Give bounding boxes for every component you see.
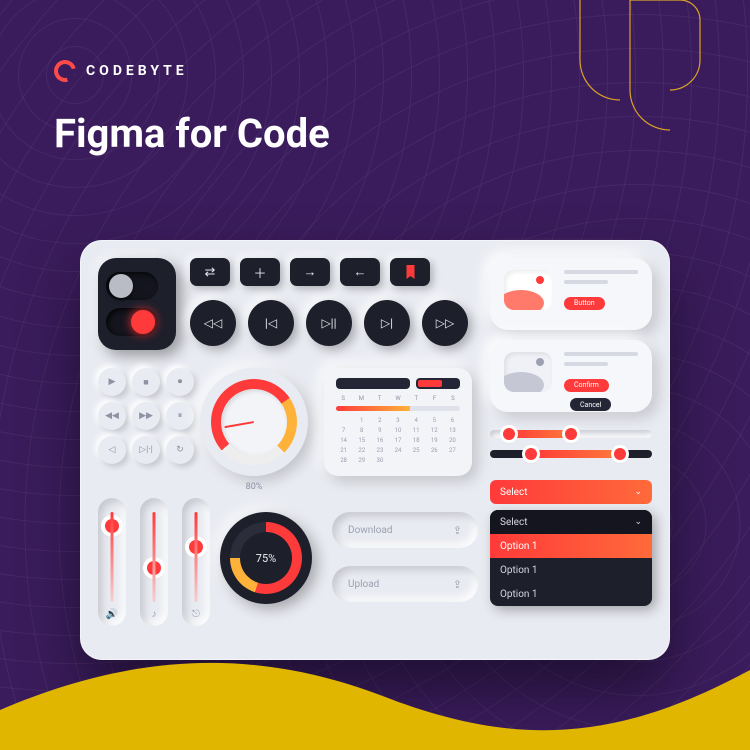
- calendar-day[interactable]: 18: [409, 437, 424, 444]
- download-field[interactable]: Download ⇪: [332, 512, 478, 548]
- chevron-down-icon: ⌄: [634, 517, 642, 527]
- bookmark-button[interactable]: [390, 258, 430, 286]
- previous-button[interactable]: |◁: [248, 300, 294, 346]
- mini-rewind[interactable]: ◀◀: [98, 402, 126, 430]
- progress-value: 75%: [240, 532, 292, 584]
- shuffle-button[interactable]: ⇄: [190, 258, 230, 286]
- calendar-progress: [336, 406, 460, 411]
- calendar-day[interactable]: 2: [372, 417, 387, 424]
- calendar-day[interactable]: 3: [390, 417, 405, 424]
- music-slider[interactable]: ♪: [140, 498, 168, 626]
- logo-icon: [50, 56, 80, 86]
- mini-loop[interactable]: ↻: [166, 436, 194, 464]
- range-slider-dark[interactable]: [490, 450, 652, 458]
- calendar-widget[interactable]: SMTWTFS 12345678910111213141516171819202…: [324, 368, 472, 476]
- progress-ring: 75%: [220, 512, 312, 604]
- download-label: Download: [348, 525, 393, 536]
- calendar-day[interactable]: 29: [354, 457, 369, 464]
- bookmark-icon: [405, 265, 416, 279]
- calendar-day[interactable]: 14: [336, 437, 351, 444]
- upload-field[interactable]: Upload ⇪: [332, 566, 478, 602]
- image-thumb-icon: [504, 270, 552, 310]
- calendar-day[interactable]: 30: [372, 457, 387, 464]
- mini-skip[interactable]: ▷|·|: [132, 436, 160, 464]
- calendar-day[interactable]: 12: [427, 427, 442, 434]
- arrow-right-button[interactable]: →: [290, 258, 330, 286]
- download-icon: ⇪: [453, 524, 462, 537]
- calendar-day[interactable]: 25: [409, 447, 424, 454]
- volume-icon: 🔊: [106, 609, 118, 620]
- calendar-day[interactable]: 13: [445, 427, 460, 434]
- mini-play[interactable]: ▶: [98, 368, 126, 396]
- levels-slider[interactable]: ⎋: [182, 498, 210, 626]
- fast-forward-button[interactable]: ▷▷: [422, 300, 468, 346]
- brand: CODEBYTE: [54, 60, 188, 82]
- calendar-day[interactable]: 6: [445, 417, 460, 424]
- range-slider-light[interactable]: [490, 430, 652, 438]
- upload-label: Upload: [348, 579, 379, 590]
- play-pause-button[interactable]: ▷||: [306, 300, 352, 346]
- calendar-day[interactable]: 4: [409, 417, 424, 424]
- calendar-day[interactable]: 27: [445, 447, 460, 454]
- toggle-on[interactable]: [106, 308, 158, 336]
- calendar-day[interactable]: 15: [354, 437, 369, 444]
- next-button[interactable]: ▷|: [364, 300, 410, 346]
- gauge-value: 80%: [246, 482, 263, 492]
- mini-prev[interactable]: ◁: [98, 436, 126, 464]
- calendar-day[interactable]: 8: [354, 427, 369, 434]
- mini-ffwd[interactable]: ▶▶: [132, 402, 160, 430]
- card2-cancel-button[interactable]: Cancel: [570, 398, 611, 411]
- decorative-corner: [560, 0, 720, 160]
- calendar-day[interactable]: 10: [390, 427, 405, 434]
- calendar-day[interactable]: 20: [445, 437, 460, 444]
- page-title: Figma for Code: [54, 110, 330, 157]
- select-primary[interactable]: Select ⌄: [490, 480, 652, 504]
- calendar-day[interactable]: 22: [354, 447, 369, 454]
- calendar-day[interactable]: 19: [427, 437, 442, 444]
- mini-record[interactable]: ⏺: [166, 368, 194, 396]
- calendar-day[interactable]: 26: [427, 447, 442, 454]
- chevron-down-icon: ⌄: [634, 487, 642, 497]
- rewind-button[interactable]: ◁◁: [190, 300, 236, 346]
- card2-confirm-button[interactable]: Confirm: [564, 379, 609, 392]
- calendar-day[interactable]: 24: [390, 447, 405, 454]
- calendar-day[interactable]: 5: [427, 417, 442, 424]
- calendar-day[interactable]: 11: [409, 427, 424, 434]
- upload-icon: ⇪: [453, 578, 462, 591]
- calendar-day[interactable]: 17: [390, 437, 405, 444]
- add-button[interactable]: ＋: [240, 258, 280, 286]
- mini-stop[interactable]: ■: [132, 368, 160, 396]
- dropdown-option-selected[interactable]: Option 1: [490, 534, 652, 558]
- dropdown-header[interactable]: Select ⌄: [490, 510, 652, 534]
- brand-name: CODEBYTE: [86, 63, 188, 79]
- ui-kit-panel: ⇄ ＋ → ← ◁◁ |◁ ▷|| ▷| ▷▷ ▶ ■ ⏺ ◀◀ ▶▶ ⏸ ◁ …: [80, 240, 670, 660]
- dropdown-option[interactable]: Option 1: [490, 558, 652, 582]
- select-dropdown: Select ⌄ Option 1 Option 1 Option 1: [490, 510, 652, 606]
- image-thumb-icon: [504, 352, 552, 392]
- calendar-day[interactable]: [336, 417, 351, 424]
- calendar-day[interactable]: 16: [372, 437, 387, 444]
- calendar-day[interactable]: 23: [372, 447, 387, 454]
- arrow-left-button[interactable]: ←: [340, 258, 380, 286]
- image-card-2: Confirm Cancel: [490, 340, 652, 412]
- mini-pause[interactable]: ⏸: [166, 402, 194, 430]
- calendar-day[interactable]: 21: [336, 447, 351, 454]
- mini-playback-grid: ▶ ■ ⏺ ◀◀ ▶▶ ⏸ ◁ ▷|·| ↻: [98, 368, 190, 464]
- select-label: Select: [500, 487, 527, 498]
- calendar-day[interactable]: 28: [336, 457, 351, 464]
- toggle-block: [98, 258, 176, 350]
- card1-button[interactable]: Button: [564, 297, 605, 310]
- volume-slider[interactable]: 🔊: [98, 498, 126, 626]
- dropdown-option[interactable]: Option 1: [490, 582, 652, 606]
- music-icon: ♪: [152, 609, 157, 620]
- decorative-wave: [0, 640, 750, 750]
- image-card-1: Button: [490, 258, 652, 330]
- calendar-day[interactable]: 9: [372, 427, 387, 434]
- toggle-off[interactable]: [106, 272, 158, 300]
- speed-gauge: 80%: [200, 368, 308, 476]
- levels-icon: ⎋: [192, 609, 200, 620]
- calendar-day[interactable]: [390, 457, 405, 464]
- calendar-day[interactable]: 1: [354, 417, 369, 424]
- calendar-day[interactable]: 7: [336, 427, 351, 434]
